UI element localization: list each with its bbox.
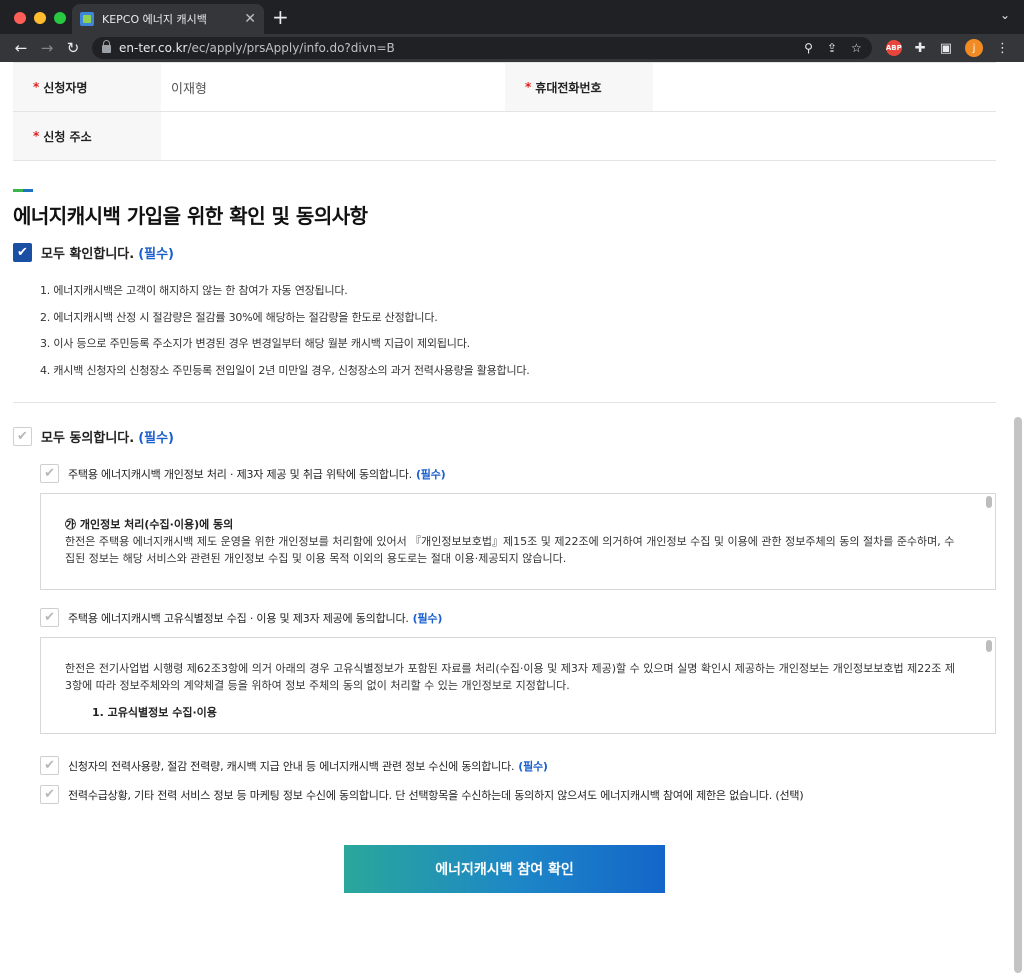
- forward-button[interactable]: →: [34, 39, 60, 57]
- confirm-all-label[interactable]: 모두 확인합니다.: [41, 243, 134, 262]
- name-label-cell: * 신청자명: [13, 63, 161, 111]
- applicant-row-address: * 신청 주소: [13, 112, 996, 161]
- tab-close-icon[interactable]: ✕: [244, 11, 256, 27]
- terms-heading: ㉮ 개인정보 처리(수집·이용)에 동의: [65, 518, 234, 531]
- name-value: 이재형: [171, 81, 207, 97]
- reload-button[interactable]: ↻: [60, 39, 86, 57]
- required-tag: (필수): [518, 759, 548, 773]
- terms-text: 한전은 주택용 에너지캐시백 제도 운영을 위한 개인정보를 처리함에 있어서 …: [65, 535, 955, 565]
- kepco-favicon-icon: [80, 12, 94, 26]
- zoom-search-icon[interactable]: ⚲: [804, 41, 813, 55]
- section-divider: [13, 402, 996, 403]
- phone-label: 휴대전화번호: [535, 80, 602, 95]
- tab-search-chevron-icon[interactable]: ⌄: [1000, 8, 1010, 22]
- maximize-window-button[interactable]: [54, 12, 66, 24]
- browser-menu-icon[interactable]: ⋮: [996, 41, 1009, 56]
- bookmark-star-icon[interactable]: ☆: [851, 41, 862, 55]
- list-item: 4. 캐시백 신청자의 신청장소 주민등록 전입일이 2년 미만일 경우, 신청…: [40, 363, 530, 377]
- minimize-window-button[interactable]: [34, 12, 46, 24]
- terms-text: 한전은 전기사업법 시행령 제62조3항에 의거 아래의 경우 고유식별정보가 …: [65, 662, 955, 692]
- privacy-terms-box[interactable]: ㉮ 개인정보 처리(수집·이용)에 동의 한전은 주택용 에너지캐시백 제도 운…: [40, 493, 996, 590]
- confirm-all-checkbox[interactable]: ✔: [13, 243, 32, 262]
- url-path: /ec/apply/prsApply/info.do?divn=B: [187, 41, 395, 55]
- name-label: 신청자명: [43, 80, 88, 95]
- extensions-puzzle-icon[interactable]: ✚: [915, 41, 926, 56]
- back-button[interactable]: ←: [8, 39, 34, 57]
- agree-all-row[interactable]: ✔ 모두 동의합니다. (필수): [13, 427, 996, 446]
- required-tag: (필수): [412, 611, 443, 625]
- phone-label-cell: * 휴대전화번호: [505, 63, 653, 111]
- consent-info-receive-checkbox[interactable]: ✔: [40, 756, 59, 775]
- consent-marketing-row[interactable]: ✔ 전력수급상황, 기타 전력 서비스 정보 등 마케팅 정보 수신에 동의합니…: [40, 785, 996, 804]
- notice-list: 1. 에너지캐시백은 고객이 해지하지 않는 한 참여가 자동 연장됩니다. 2…: [40, 278, 996, 384]
- consent-privacy-checkbox[interactable]: ✔: [40, 464, 59, 483]
- consent-marketing-checkbox[interactable]: ✔: [40, 785, 59, 804]
- consent-unique-id-checkbox[interactable]: ✔: [40, 608, 59, 627]
- new-tab-button[interactable]: +: [272, 6, 289, 28]
- url-host: en-ter.co.kr: [119, 41, 188, 55]
- confirm-all-row[interactable]: ✔ 모두 확인합니다. (필수): [13, 243, 996, 262]
- consent-info-receive-row[interactable]: ✔ 신청자의 전력사용량, 절감 전력량, 캐시백 지급 안내 등 에너지캐시백…: [40, 756, 996, 775]
- adblock-plus-icon[interactable]: ABP: [885, 40, 902, 56]
- agree-all-label[interactable]: 모두 동의합니다.: [41, 427, 134, 446]
- browser-toolbar: ← → ↻ en-ter.co.kr/ec/apply/prsApply/inf…: [0, 34, 1024, 62]
- required-mark: *: [525, 80, 532, 94]
- applicant-info-table: * 신청자명 이재형 * 휴대전화번호 * 신청 주소: [13, 62, 996, 161]
- agree-all-checkbox[interactable]: ✔: [13, 427, 32, 446]
- consent-privacy-label[interactable]: 주택용 에너지캐시백 개인정보 처리 · 제3자 제공 및 취급 위탁에 동의합…: [68, 466, 412, 482]
- browser-tab[interactable]: KEPCO 에너지 캐시백 ✕: [72, 4, 264, 34]
- unique-id-terms-box[interactable]: 한전은 전기사업법 시행령 제62조3항에 의거 아래의 경우 고유식별정보가 …: [40, 637, 996, 734]
- consent-marketing-label[interactable]: 전력수급상황, 기타 전력 서비스 정보 등 마케팅 정보 수신에 동의합니다.…: [68, 787, 804, 803]
- terms-scrollbar[interactable]: [986, 496, 992, 508]
- share-icon[interactable]: ⇪: [827, 41, 837, 55]
- required-mark: *: [33, 129, 40, 143]
- close-window-button[interactable]: [14, 12, 26, 24]
- side-panel-icon[interactable]: ▣: [940, 41, 952, 56]
- address-bar[interactable]: en-ter.co.kr/ec/apply/prsApply/info.do?d…: [92, 37, 872, 59]
- applicant-row-name: * 신청자명 이재형 * 휴대전화번호: [13, 63, 996, 112]
- consent-info-receive-label[interactable]: 신청자의 전력사용량, 절감 전력량, 캐시백 지급 안내 등 에너지캐시백 관…: [68, 758, 514, 774]
- list-item: 1. 에너지캐시백은 고객이 해지하지 않는 한 참여가 자동 연장됩니다.: [40, 284, 348, 297]
- address-value: [161, 112, 996, 160]
- address-label: 신청 주소: [43, 129, 92, 144]
- section-title: 에너지캐시백 가입을 위한 확인 및 동의사항: [13, 204, 368, 228]
- tab-title: KEPCO 에너지 캐시백: [102, 13, 207, 26]
- required-mark: *: [33, 80, 40, 94]
- window-controls: [14, 12, 66, 24]
- page-viewport: * 신청자명 이재형 * 휴대전화번호 * 신청 주소 에너지캐시백 가입을 위…: [0, 62, 1024, 976]
- consent-privacy-row[interactable]: ✔ 주택용 에너지캐시백 개인정보 처리 · 제3자 제공 및 취급 위탁에 동…: [40, 464, 996, 483]
- consent-unique-id-row[interactable]: ✔ 주택용 에너지캐시백 고유식별정보 수집 · 이용 및 제3자 제공에 동의…: [40, 608, 996, 627]
- required-tag: (필수): [138, 431, 174, 446]
- address-label-cell: * 신청 주소: [13, 112, 161, 160]
- required-tag: (필수): [415, 467, 446, 481]
- terms-scrollbar[interactable]: [986, 640, 992, 652]
- page-scrollbar[interactable]: [1014, 417, 1022, 973]
- phone-value: [653, 63, 996, 111]
- profile-avatar[interactable]: j: [965, 39, 983, 57]
- terms-subheading: 1. 고유식별정보 수집·이용: [92, 706, 217, 719]
- section-accent-bar: [13, 189, 33, 192]
- page-content: * 신청자명 이재형 * 휴대전화번호 * 신청 주소 에너지캐시백 가입을 위…: [0, 62, 1024, 893]
- list-item: 2. 에너지캐시백 산정 시 절감량은 절감률 30%에 해당하는 절감량을 한…: [40, 310, 438, 324]
- list-item: 3. 이사 등으로 주민등록 주소지가 변경된 경우 변경일부터 해당 월분 캐…: [40, 337, 470, 350]
- browser-tab-bar: KEPCO 에너지 캐시백 ✕ + ⌄: [0, 0, 1024, 34]
- consent-unique-id-label[interactable]: 주택용 에너지캐시백 고유식별정보 수집 · 이용 및 제3자 제공에 동의합니…: [68, 610, 409, 626]
- lock-icon[interactable]: [102, 40, 111, 53]
- required-tag: (필수): [138, 247, 174, 262]
- submit-participation-button[interactable]: 에너지캐시백 참여 확인: [344, 845, 665, 893]
